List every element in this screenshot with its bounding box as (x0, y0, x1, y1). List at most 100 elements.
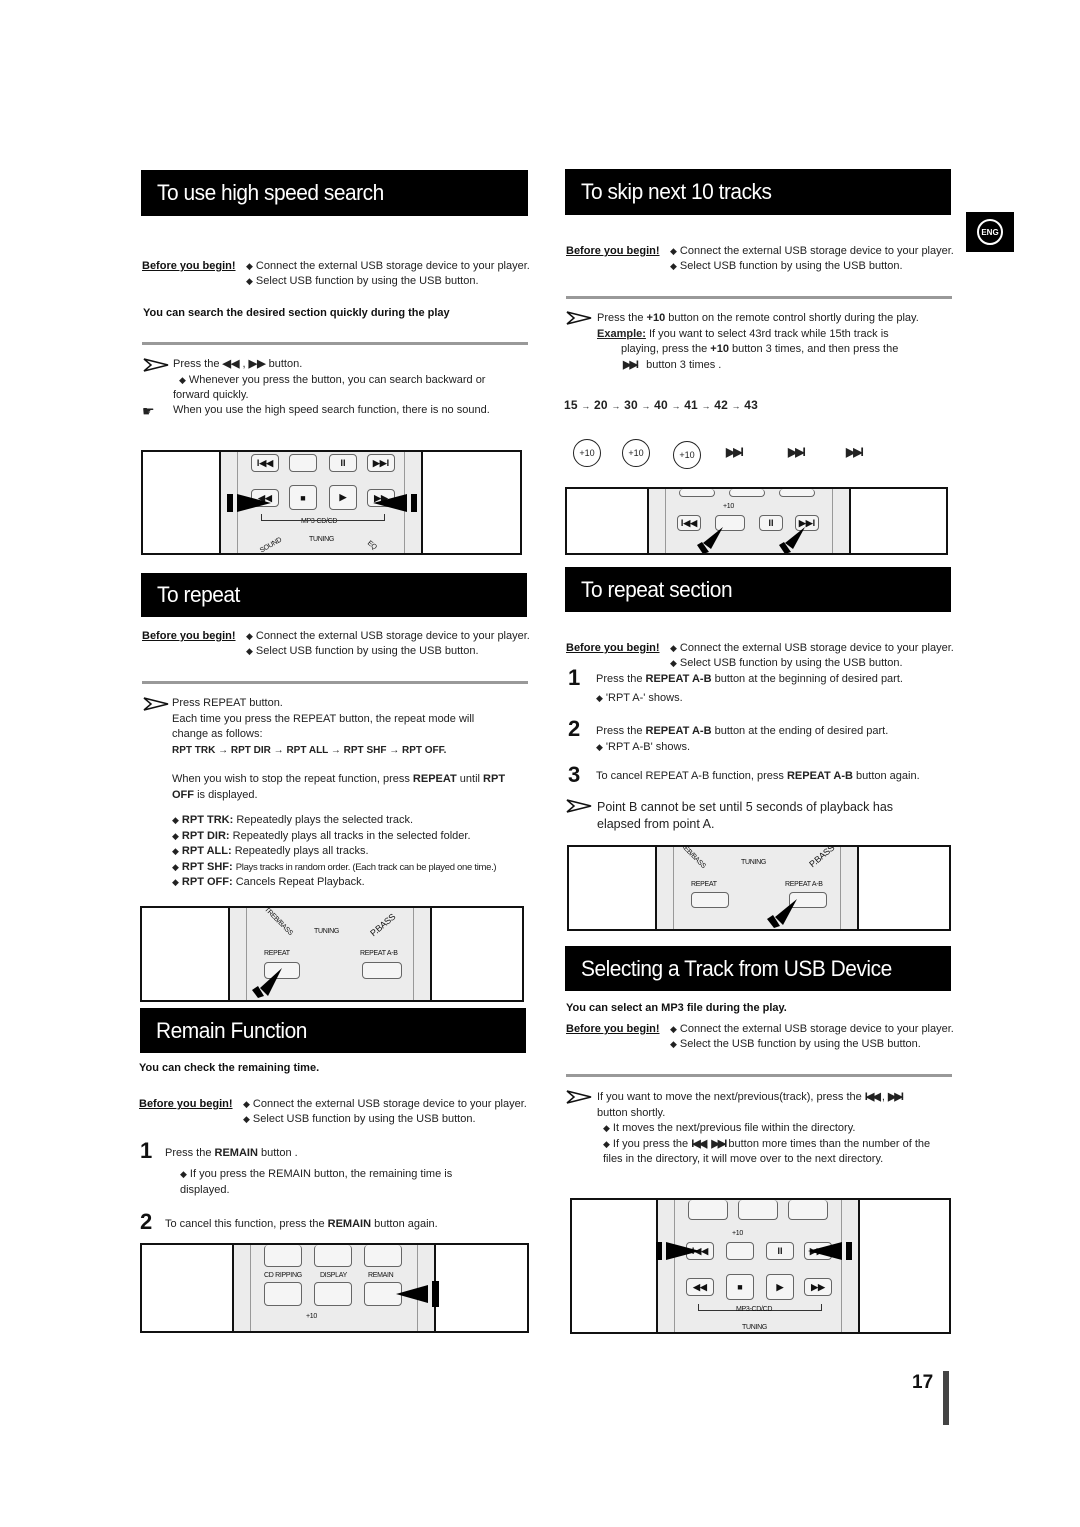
before-item: Connect the external USB storage device … (246, 259, 530, 274)
section-title: To repeat (157, 582, 240, 607)
stop-button: ■ (289, 485, 317, 510)
before-you-begin-label: Before you begin! (139, 1098, 233, 1110)
prev-track-icon: I◀◀ (864, 1091, 881, 1103)
before-item: Select USB function by using the USB but… (670, 259, 954, 274)
play-button: ▶ (329, 485, 357, 510)
step-text: Press the REPEAT A-B button at the begin… (596, 672, 956, 706)
repeat-label: REPEAT (264, 950, 290, 957)
remote-illustration: CD RIPPING DISPLAY REMAIN +10 (140, 1243, 529, 1333)
section-header-select-track: Selecting a Track from USB Device (565, 946, 951, 991)
next-track-icon: ▶▶I (788, 445, 806, 459)
pointer-arrow-icon (143, 358, 169, 372)
next-track-icon: ▶▶I (887, 1091, 904, 1103)
before-you-begin: Before you begin! Connect the external U… (566, 1022, 966, 1054)
plus10-label: +10 (732, 1230, 743, 1237)
before-you-begin-label: Before you begin! (566, 642, 660, 654)
step-bullet: If you press the REMAIN button, the rema… (180, 1167, 500, 1198)
remote-illustration: +10 I◀◀ II ▶▶I ◀◀ ■ ▶ ▶▶ MP3-CD/CD TUNIN… (570, 1198, 951, 1334)
pointer-diagonal-icon (779, 527, 805, 553)
repeat-button (691, 892, 729, 908)
plus10-circle-icon: +10 (573, 439, 601, 467)
step-text: Press the REPEAT A-B button at the endin… (596, 724, 956, 755)
tuning-label: TUNING (309, 536, 335, 543)
before-item: Select USB function by using the USB but… (246, 274, 530, 289)
remote-illustration: TREB/BASS TUNING P.BASS REPEAT REPEAT A-… (140, 906, 524, 1002)
divider (566, 1074, 952, 1077)
blank-button (289, 454, 317, 472)
prev-track-icon: I◀◀ (691, 1137, 707, 1150)
step-number: 1 (140, 1138, 153, 1163)
next-track-icon: ▶▶I (726, 445, 744, 459)
list-item: RPT TRK: Repeatedly plays the selected t… (172, 813, 532, 829)
pointer-arrow-icon (566, 1090, 592, 1104)
instruction: Press the +10 button on the remote contr… (597, 312, 919, 371)
eng-icon: ENG (977, 219, 1003, 245)
pointer-left-icon (227, 494, 271, 512)
before-item: Select USB function by using the USB but… (670, 656, 954, 671)
before-you-begin-label: Before you begin! (566, 1023, 660, 1035)
step-number: 2 (140, 1209, 153, 1234)
next-track-button: ▶▶I (367, 454, 395, 472)
mp3-cd-label: MP3-CD/CD (736, 1306, 773, 1313)
list-item: RPT ALL: Repeatedly plays all tracks. (172, 844, 532, 860)
section-title: To skip next 10 tracks (581, 179, 772, 204)
step-number: 3 (568, 762, 581, 787)
instruction: Press REPEAT button. Each time you press… (172, 696, 512, 758)
tuning-label: TUNING (741, 859, 767, 866)
list-item: RPT SHF: Plays tracks in random order. (… (172, 860, 532, 876)
cd-ripping-label: CD RIPPING (264, 1272, 302, 1279)
section-header-high-speed-search: To use high speed search (141, 170, 528, 216)
divider (566, 296, 952, 299)
before-item: Select USB function by using the USB but… (246, 644, 530, 659)
pointer-right-icon (656, 1242, 700, 1260)
repeat-sequence: RPT TRK → RPT DIR → RPT ALL → RPT SHF → … (172, 744, 447, 756)
stop-button: ■ (726, 1274, 754, 1300)
before-you-begin: Before you begin! Connect the external U… (142, 259, 542, 291)
pointer-arrow-icon (566, 799, 592, 813)
play-button: ▶ (766, 1274, 794, 1300)
repeat-modes-list: RPT TRK: Repeatedly plays the selected t… (172, 813, 532, 891)
pointer-right-icon (373, 494, 417, 512)
hint-text: When you use the high speed search funct… (173, 404, 490, 416)
before-you-begin: Before you begin! Connect the external U… (139, 1097, 539, 1129)
plus10-circle-icon: +10 (673, 441, 701, 469)
before-you-begin: Before you begin! Connect the external U… (142, 629, 542, 661)
section-note: You can search the desired section quick… (143, 307, 450, 319)
repeat-label: REPEAT (691, 881, 717, 888)
pointer-arrow-icon (566, 311, 592, 325)
pointer-diagonal-icon (697, 527, 723, 553)
section-header-repeat-section: To repeat section (565, 567, 951, 612)
next-track-icon: ▶▶I (711, 1137, 727, 1150)
pause-button: II (766, 1242, 794, 1260)
before-item: Connect the external USB storage device … (670, 244, 954, 259)
display-label: DISPLAY (320, 1272, 347, 1279)
section-title: Selecting a Track from USB Device (581, 955, 892, 981)
step-number: 2 (568, 716, 581, 741)
section-note: You can check the remaining time. (139, 1062, 320, 1074)
next-track-icon: ▶▶I (846, 445, 864, 459)
section-title: Remain Function (156, 1017, 307, 1043)
prev-track-button: I◀◀ (251, 454, 279, 472)
before-you-begin-label: Before you begin! (566, 245, 660, 257)
rewind-button: ◀◀ (686, 1278, 714, 1296)
before-item: Connect the external USB storage device … (243, 1097, 527, 1112)
divider (142, 342, 528, 345)
page-marker-bar (943, 1371, 949, 1425)
divider (142, 681, 528, 684)
pointer-diagonal-icon (252, 968, 282, 998)
repeat-ab-label: REPEAT A-B (360, 950, 398, 957)
note-text: Point B cannot be set until 5 seconds of… (597, 800, 894, 831)
section-header-remain: Remain Function (140, 1008, 526, 1053)
repeat-ab-button (362, 962, 402, 979)
instruction: If you want to move the next/previous(tr… (597, 1090, 947, 1168)
pointer-arrow-icon (143, 697, 169, 711)
remote-illustration: TREB/BASS TUNING P.BASS REPEAT REPEAT A-… (567, 845, 951, 931)
pointer-left-icon (808, 1242, 852, 1260)
list-item: RPT OFF: Cancels Repeat Playback. (172, 875, 532, 891)
tuning-label: TUNING (742, 1324, 768, 1331)
page-number: 17 (912, 1372, 934, 1393)
remote-illustration: +10 I◀◀ II ▶▶I (565, 487, 948, 555)
cd-ripping-button (264, 1282, 302, 1306)
before-you-begin: Before you begin! Connect the external U… (566, 641, 966, 673)
language-badge: ENG (966, 212, 1014, 252)
